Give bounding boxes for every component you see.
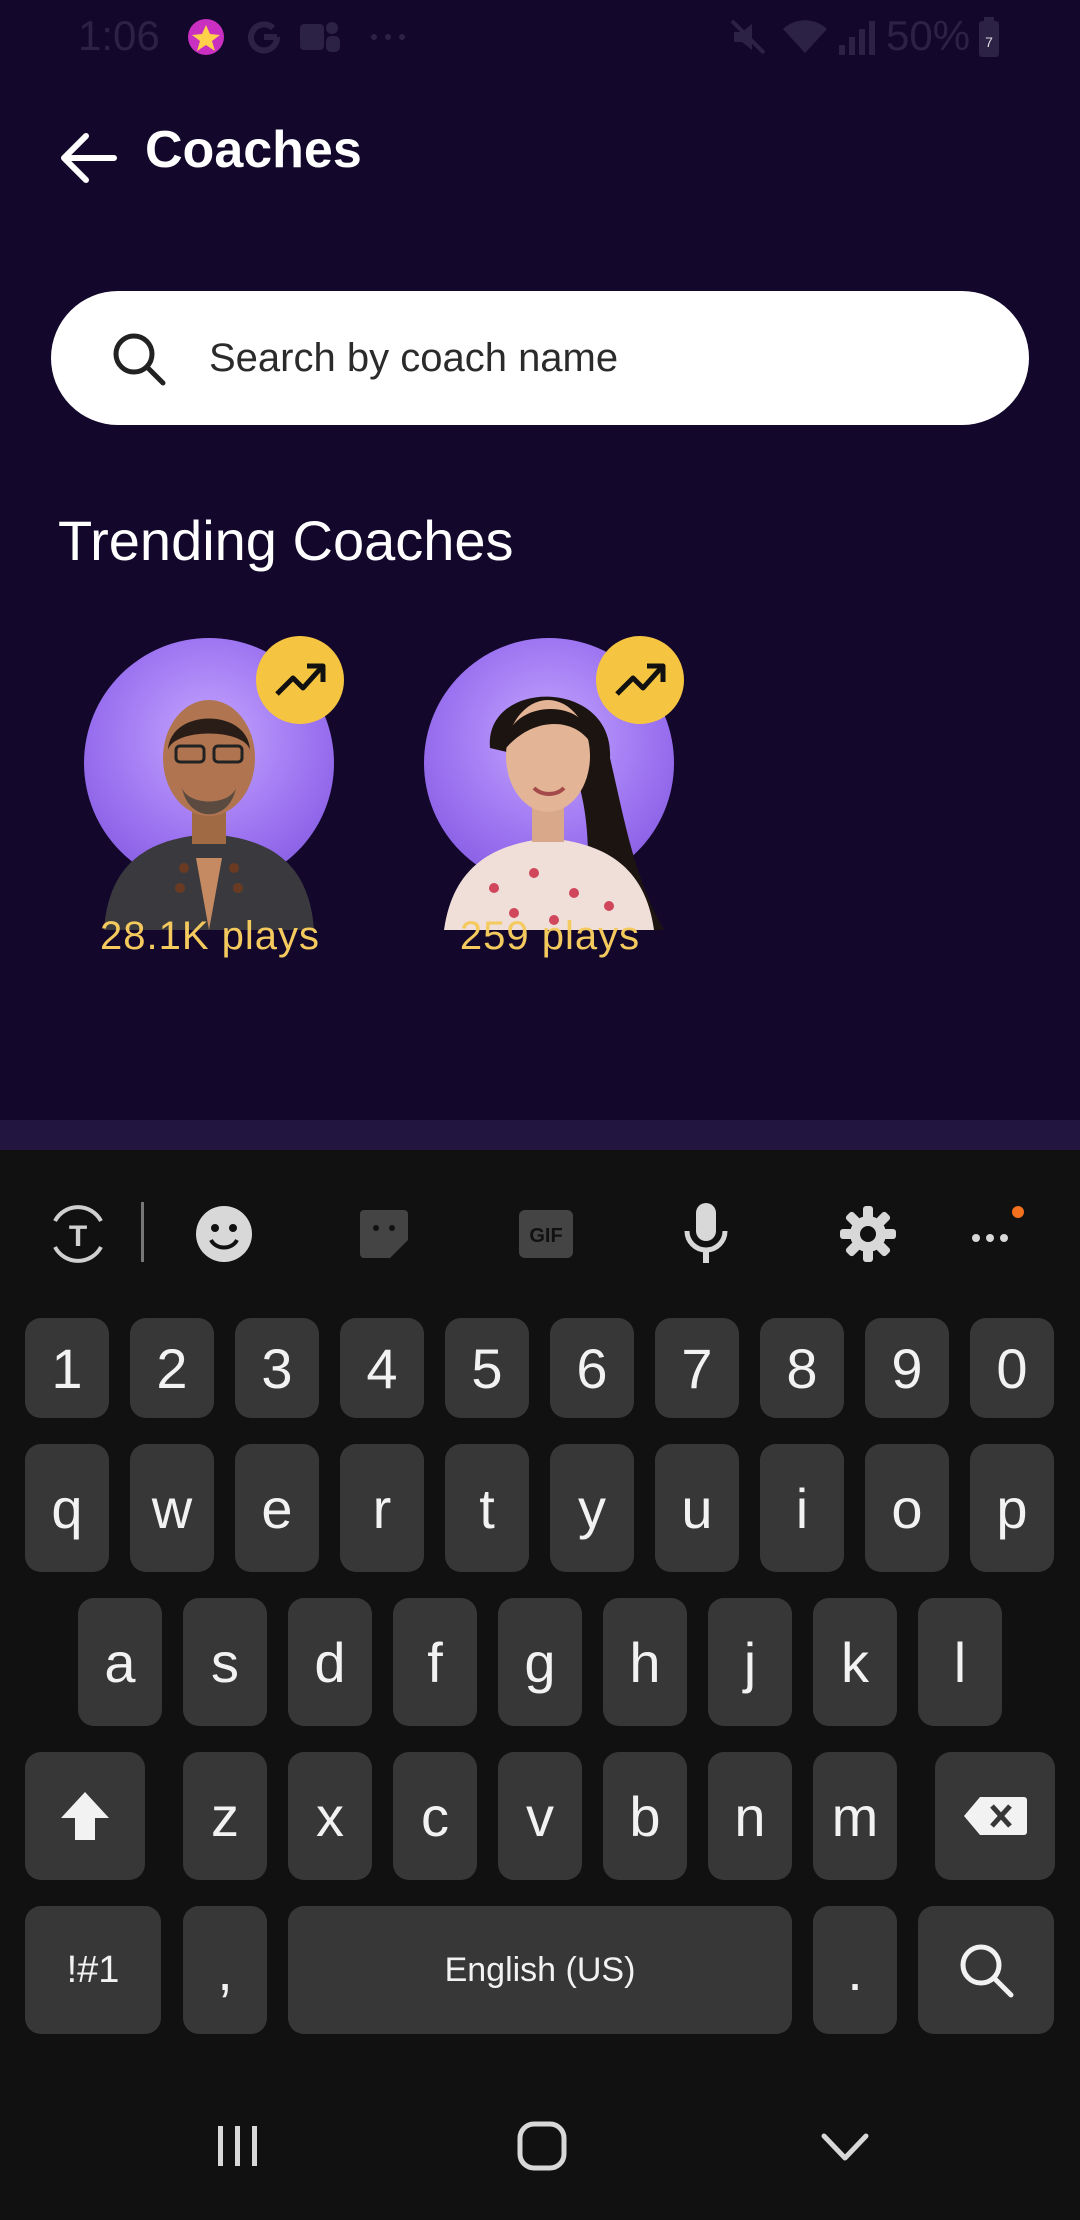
signal-icon bbox=[836, 14, 876, 60]
period-key[interactable]: . bbox=[813, 1906, 897, 2034]
search-input[interactable] bbox=[209, 291, 989, 425]
hide-keyboard-icon[interactable] bbox=[820, 2126, 870, 2166]
gif-button[interactable]: GIF bbox=[506, 1194, 586, 1274]
key-r[interactable]: r bbox=[340, 1444, 424, 1572]
more-notifications-icon bbox=[366, 14, 410, 60]
app-notification-icon bbox=[184, 14, 228, 60]
keyboard-divider bbox=[0, 1120, 1080, 1150]
key-g[interactable]: g bbox=[498, 1598, 582, 1726]
key-u[interactable]: u bbox=[655, 1444, 739, 1572]
page-title: Coaches bbox=[145, 121, 362, 179]
key-l[interactable]: l bbox=[918, 1598, 1002, 1726]
search-bar[interactable] bbox=[51, 291, 1029, 425]
teams-icon bbox=[296, 14, 344, 60]
key-z[interactable]: z bbox=[183, 1752, 267, 1880]
key-h[interactable]: h bbox=[603, 1598, 687, 1726]
key-a[interactable]: a bbox=[78, 1598, 162, 1726]
back-arrow-icon bbox=[61, 133, 117, 183]
key-k[interactable]: k bbox=[813, 1598, 897, 1726]
coach-plays-count: 259 plays bbox=[459, 914, 641, 958]
backspace-icon bbox=[964, 1797, 1027, 1835]
battery-icon: 7 bbox=[976, 14, 1002, 60]
key-e[interactable]: e bbox=[235, 1444, 319, 1572]
key-4[interactable]: 4 bbox=[340, 1318, 424, 1418]
status-bar: 1:06 50% 7 bbox=[0, 0, 1080, 76]
key-i[interactable]: i bbox=[760, 1444, 844, 1572]
gif-label: GIF bbox=[529, 1225, 562, 1247]
search-key[interactable] bbox=[918, 1906, 1054, 2034]
key-7[interactable]: 7 bbox=[655, 1318, 739, 1418]
navigation-bar bbox=[0, 2070, 1080, 2220]
key-9[interactable]: 9 bbox=[865, 1318, 949, 1418]
back-button[interactable] bbox=[56, 126, 120, 190]
key-f[interactable]: f bbox=[393, 1598, 477, 1726]
emoji-icon[interactable] bbox=[184, 1194, 264, 1274]
toolbar-separator bbox=[141, 1202, 144, 1262]
coach-plays-count: 28.1K plays bbox=[99, 914, 321, 958]
battery-percent: 50% bbox=[886, 12, 971, 59]
symbols-key[interactable]: !#1 bbox=[25, 1906, 161, 2034]
shift-key[interactable] bbox=[25, 1752, 145, 1880]
comma-key[interactable]: , bbox=[183, 1906, 267, 2034]
key-s[interactable]: s bbox=[183, 1598, 267, 1726]
home-icon[interactable] bbox=[516, 2120, 568, 2172]
trending-badge bbox=[256, 636, 344, 724]
settings-icon[interactable] bbox=[828, 1194, 908, 1274]
trending-up-icon bbox=[615, 663, 666, 696]
key-q[interactable]: q bbox=[25, 1444, 109, 1572]
search-icon bbox=[113, 333, 166, 386]
sticker-icon[interactable] bbox=[344, 1194, 424, 1274]
svg-text:7: 7 bbox=[985, 34, 993, 50]
status-time: 1:06 bbox=[78, 12, 160, 59]
key-m[interactable]: m bbox=[813, 1752, 897, 1880]
coach-card-1[interactable]: 28.1K plays bbox=[60, 636, 344, 976]
key-8[interactable]: 8 bbox=[760, 1318, 844, 1418]
trending-up-icon bbox=[275, 663, 326, 696]
key-w[interactable]: w bbox=[130, 1444, 214, 1572]
translate-icon[interactable]: T bbox=[38, 1194, 118, 1274]
key-2[interactable]: 2 bbox=[130, 1318, 214, 1418]
backspace-key[interactable] bbox=[935, 1752, 1055, 1880]
keyboard: T GIF 1 2 3 4 5 6 7 8 9 0 q w e r t y u … bbox=[0, 1150, 1080, 2070]
key-t[interactable]: t bbox=[445, 1444, 529, 1572]
key-5[interactable]: 5 bbox=[445, 1318, 529, 1418]
wifi-icon bbox=[780, 14, 830, 60]
key-d[interactable]: d bbox=[288, 1598, 372, 1726]
key-v[interactable]: v bbox=[498, 1752, 582, 1880]
key-j[interactable]: j bbox=[708, 1598, 792, 1726]
more-icon[interactable] bbox=[956, 1194, 1036, 1274]
key-6[interactable]: 6 bbox=[550, 1318, 634, 1418]
space-key[interactable]: English (US) bbox=[288, 1906, 792, 2034]
key-3[interactable]: 3 bbox=[235, 1318, 319, 1418]
google-icon bbox=[244, 14, 284, 60]
mic-icon[interactable] bbox=[666, 1194, 746, 1274]
mute-icon bbox=[726, 14, 770, 60]
key-y[interactable]: y bbox=[550, 1444, 634, 1572]
key-n[interactable]: n bbox=[708, 1752, 792, 1880]
key-x[interactable]: x bbox=[288, 1752, 372, 1880]
search-icon bbox=[960, 1944, 1014, 1998]
trending-coaches-title: Trending Coaches bbox=[58, 509, 514, 572]
key-p[interactable]: p bbox=[970, 1444, 1054, 1572]
trending-badge bbox=[596, 636, 684, 724]
key-o[interactable]: o bbox=[865, 1444, 949, 1572]
shift-icon bbox=[61, 1792, 109, 1840]
coach-card-2[interactable]: 259 plays bbox=[400, 636, 684, 976]
key-b[interactable]: b bbox=[603, 1752, 687, 1880]
key-1[interactable]: 1 bbox=[25, 1318, 109, 1418]
recent-apps-icon[interactable] bbox=[214, 2122, 262, 2170]
svg-text:T: T bbox=[69, 1220, 87, 1253]
key-0[interactable]: 0 bbox=[970, 1318, 1054, 1418]
key-c[interactable]: c bbox=[393, 1752, 477, 1880]
